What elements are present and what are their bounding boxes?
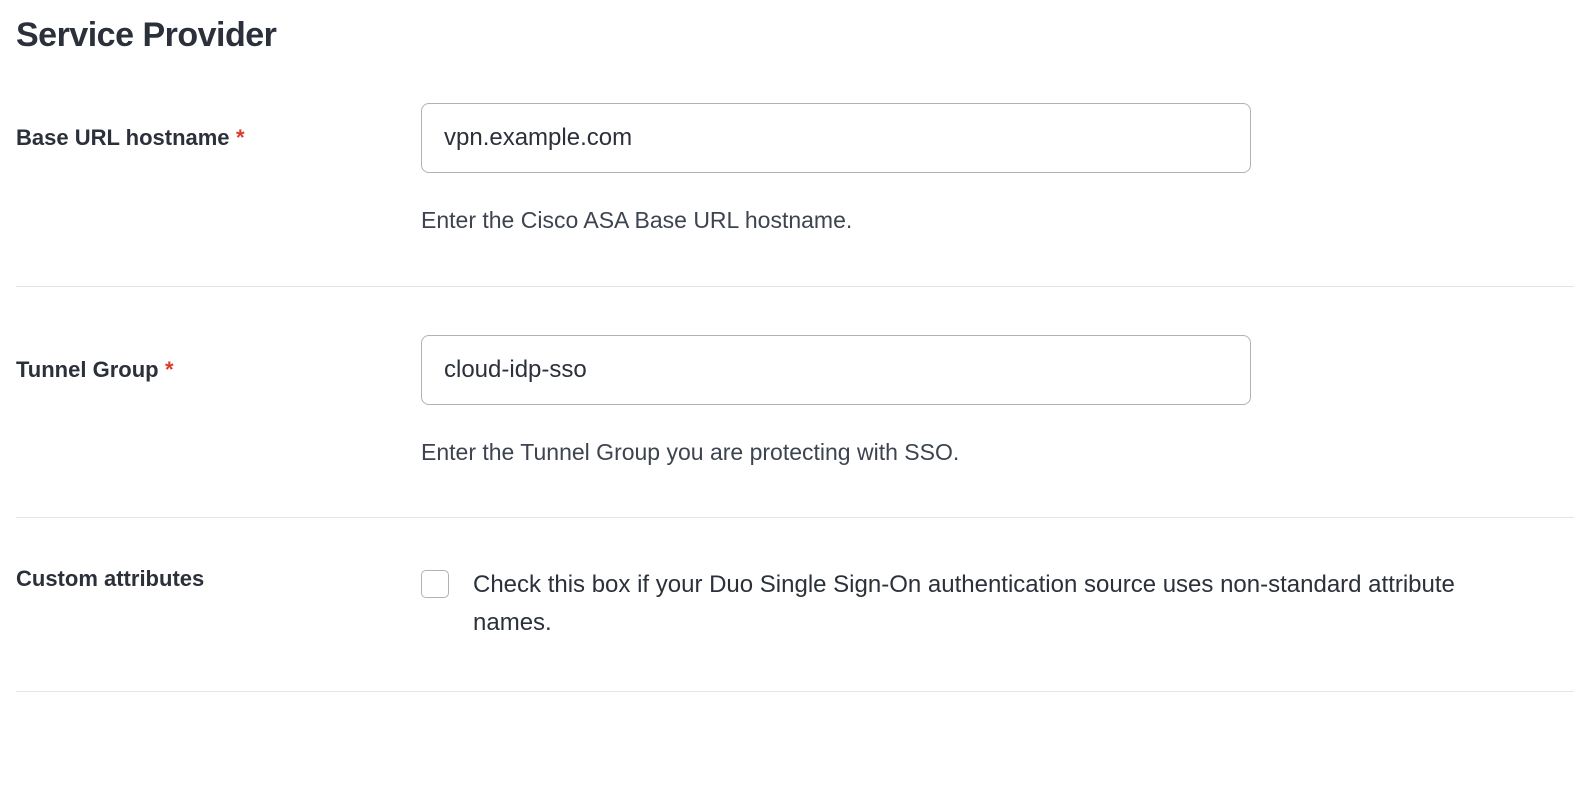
checkbox-row: Check this box if your Duo Single Sign-O… — [421, 566, 1501, 643]
form-row-custom-attributes: Custom attributes Check this box if your… — [16, 566, 1574, 692]
tunnel-group-input[interactable] — [421, 335, 1251, 405]
custom-attributes-label: Custom attributes — [16, 566, 204, 591]
required-asterisk-icon: * — [165, 357, 174, 382]
form-row-tunnel-group: Tunnel Group * Enter the Tunnel Group yo… — [16, 335, 1574, 519]
input-col: Check this box if your Duo Single Sign-O… — [421, 566, 1501, 643]
custom-attributes-checkbox-label: Check this box if your Duo Single Sign-O… — [473, 566, 1501, 643]
input-col: Enter the Tunnel Group you are protectin… — [421, 335, 1251, 470]
custom-attributes-checkbox[interactable] — [421, 570, 449, 598]
base-url-label: Base URL hostname — [16, 125, 230, 150]
label-col: Custom attributes — [16, 566, 421, 592]
label-col: Base URL hostname * — [16, 103, 421, 151]
label-col: Tunnel Group * — [16, 335, 421, 383]
tunnel-group-help-text: Enter the Tunnel Group you are protectin… — [421, 435, 1251, 470]
form-row-base-url: Base URL hostname * Enter the Cisco ASA … — [16, 103, 1574, 287]
base-url-help-text: Enter the Cisco ASA Base URL hostname. — [421, 203, 1251, 238]
required-asterisk-icon: * — [236, 125, 245, 150]
tunnel-group-label: Tunnel Group — [16, 357, 159, 382]
input-col: Enter the Cisco ASA Base URL hostname. — [421, 103, 1251, 238]
base-url-input[interactable] — [421, 103, 1251, 173]
section-title: Service Provider — [16, 16, 1574, 55]
